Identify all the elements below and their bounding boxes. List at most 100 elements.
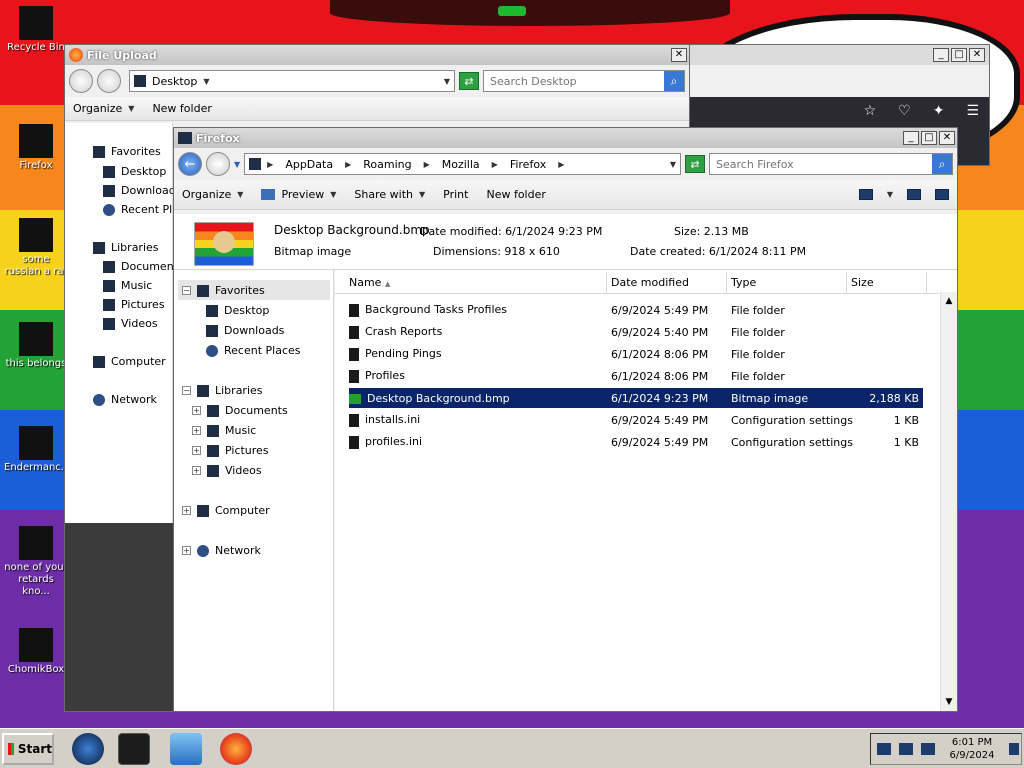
taskbar-media-player-icon[interactable] — [170, 733, 202, 765]
vertical-scrollbar[interactable]: ▲ ▼ — [940, 292, 957, 711]
expand-icon[interactable]: + — [182, 506, 191, 515]
taskbar-globe-icon[interactable] — [72, 733, 104, 765]
preview-button[interactable]: Preview ▼ — [261, 188, 336, 201]
breadcrumb-arrow-icon[interactable]: ▶ — [558, 160, 564, 169]
nav-computer[interactable]: + Computer — [182, 504, 270, 517]
change-view-icon[interactable] — [858, 189, 873, 200]
view-dropdown-icon[interactable]: ▼ — [887, 190, 893, 199]
search-input[interactable] — [484, 71, 664, 91]
taskbar-firefox-icon[interactable] — [220, 733, 252, 765]
desktop-icon-item[interactable]: some russian a rat — [4, 218, 68, 278]
nav-documents[interactable]: + Documents — [192, 404, 288, 417]
desktop-icon-item[interactable]: ChomikBox — [4, 628, 68, 676]
maximize-button[interactable]: □ — [921, 131, 937, 145]
search-input[interactable] — [710, 154, 932, 174]
collapse-icon[interactable]: − — [182, 286, 191, 295]
file-row[interactable]: Crash Reports 6/9/2024 5:40 PM File folder — [349, 322, 923, 342]
file-row[interactable]: profiles.ini 6/9/2024 5:49 PM Configuratio… — [349, 432, 923, 452]
forward-button[interactable] — [97, 69, 121, 93]
breadcrumb-appdata[interactable]: AppData — [279, 158, 339, 171]
file-row[interactable]: Desktop Background.bmp 6/1/2024 9:23 PM Bi… — [349, 388, 923, 408]
organize-button[interactable]: Organize ▼ — [73, 102, 134, 115]
file-row[interactable]: Profiles 6/1/2024 8:06 PM File folder — [349, 366, 923, 386]
forward-button[interactable]: → — [206, 152, 230, 176]
close-button[interactable]: ✕ — [969, 48, 985, 62]
nav-pictures[interactable]: + Pictures — [192, 444, 269, 457]
taskbar-explorer-icon[interactable] — [118, 733, 150, 765]
nav-desktop[interactable]: Desktop — [206, 304, 269, 317]
expand-icon[interactable]: + — [192, 466, 201, 475]
nav-desktop[interactable]: Desktop — [103, 165, 166, 178]
refresh-button[interactable]: ⇄ — [685, 155, 705, 173]
bookmark-star-icon[interactable]: ☆ — [864, 103, 877, 119]
chevron-down-icon[interactable]: ▼ — [444, 77, 450, 86]
nav-favorites[interactable]: − Favorites — [182, 284, 265, 297]
collapse-icon[interactable]: − — [182, 386, 191, 395]
chevron-down-icon[interactable]: ▼ — [203, 77, 209, 86]
preview-pane-icon[interactable] — [907, 189, 921, 200]
expand-icon[interactable]: + — [192, 406, 201, 415]
nav-videos[interactable]: + Videos — [192, 464, 262, 477]
nav-recent-places[interactable]: Recent Places — [206, 344, 301, 357]
nav-videos[interactable]: Videos — [103, 317, 158, 330]
breadcrumb-arrow-icon[interactable]: ▶ — [267, 160, 273, 169]
nav-downloads[interactable]: Downloads — [206, 324, 284, 337]
print-button[interactable]: Print — [443, 188, 468, 201]
nav-network[interactable]: Network — [93, 393, 157, 406]
column-header-name[interactable]: Name ▲ — [335, 272, 607, 293]
desktop-icon-item[interactable]: Firefox — [4, 124, 68, 172]
breadcrumb-mozilla[interactable]: Mozilla — [436, 158, 486, 171]
chevron-down-icon[interactable]: ▼ — [670, 160, 676, 169]
file-row[interactable]: Pending Pings 6/1/2024 8:06 PM File folder — [349, 344, 923, 364]
back-button[interactable] — [69, 69, 93, 93]
clock[interactable]: 6:01 PM 6/9/2024 — [943, 736, 1001, 762]
back-button[interactable]: ← — [178, 152, 202, 176]
nav-network[interactable]: + Network — [182, 544, 261, 557]
tray-show-desktop-icon[interactable] — [1009, 743, 1019, 755]
title-bar[interactable]: File Upload ✕ — [65, 45, 689, 65]
desktop-icon-item[interactable]: Endermanc... — [4, 426, 70, 474]
breadcrumb-roaming[interactable]: Roaming — [357, 158, 417, 171]
pocket-icon[interactable]: ♡ — [898, 103, 911, 119]
breadcrumb-firefox[interactable]: Firefox — [504, 158, 552, 171]
close-button[interactable]: ✕ — [671, 48, 687, 62]
search-icon[interactable]: ⌕ — [932, 154, 952, 174]
expand-icon[interactable]: + — [192, 426, 201, 435]
file-row[interactable]: Background Tasks Profiles 6/9/2024 5:49 P… — [349, 300, 923, 320]
minimize-button[interactable]: _ — [933, 48, 949, 62]
desktop-icon-item[interactable]: this belongs — [4, 322, 68, 370]
refresh-button[interactable]: ⇄ — [459, 72, 479, 90]
new-folder-button[interactable]: New folder — [152, 102, 211, 115]
search-box[interactable]: ⌕ — [709, 153, 953, 175]
column-header-type[interactable]: Type — [727, 272, 847, 293]
column-header-date-modified[interactable]: Date modified — [607, 272, 727, 293]
start-button[interactable]: Start — [2, 733, 54, 765]
nav-libraries[interactable]: − Libraries — [182, 384, 263, 397]
help-icon[interactable] — [935, 189, 949, 200]
extensions-icon[interactable]: ✦ — [933, 103, 945, 119]
new-folder-button[interactable]: New folder — [486, 188, 545, 201]
menu-icon[interactable]: ☰ — [966, 103, 979, 119]
minimize-button[interactable]: _ — [903, 131, 919, 145]
nav-libraries[interactable]: Libraries — [93, 241, 159, 254]
nav-pictures[interactable]: Pictures — [103, 298, 165, 311]
tray-security-icon[interactable] — [877, 743, 891, 755]
expand-icon[interactable]: + — [192, 446, 201, 455]
breadcrumb-arrow-icon[interactable]: ▶ — [492, 160, 498, 169]
search-icon[interactable]: ⌕ — [664, 71, 684, 91]
tray-volume-icon[interactable] — [921, 743, 935, 755]
column-header-size[interactable]: Size — [847, 272, 927, 293]
address-bar[interactable]: ▶ AppData ▶ Roaming ▶ Mozilla ▶ Firefox … — [244, 153, 681, 175]
nav-music[interactable]: Music — [103, 279, 152, 292]
desktop-icon-item[interactable]: none of your retards kno... — [4, 526, 68, 598]
nav-downloads[interactable]: Downloads — [103, 184, 181, 197]
expand-icon[interactable]: + — [182, 546, 191, 555]
breadcrumb-arrow-icon[interactable]: ▶ — [424, 160, 430, 169]
search-box[interactable]: ⌕ — [483, 70, 685, 92]
maximize-button[interactable]: □ — [951, 48, 967, 62]
organize-button[interactable]: Organize ▼ — [182, 188, 243, 201]
title-bar[interactable]: Firefox _ □ ✕ — [174, 128, 957, 148]
address-bar[interactable]: Desktop ▼ ▼ — [129, 70, 455, 92]
tray-network-icon[interactable] — [899, 743, 913, 755]
breadcrumb-arrow-icon[interactable]: ▶ — [345, 160, 351, 169]
